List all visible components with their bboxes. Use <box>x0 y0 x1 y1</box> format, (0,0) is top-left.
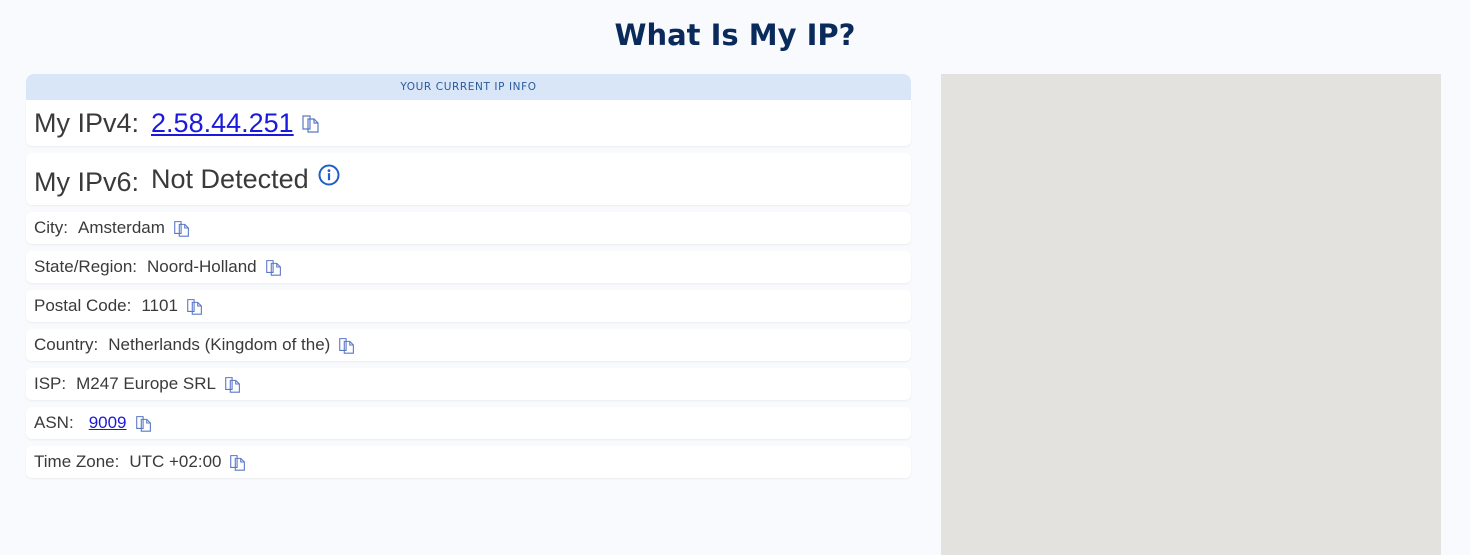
city-label: City: <box>34 218 68 237</box>
info-icon[interactable] <box>318 164 340 186</box>
ip-info-header: YOUR CURRENT IP INFO <box>26 74 911 100</box>
isp-label: ISP: <box>34 374 67 393</box>
ipv4-label: My IPv4: <box>34 107 140 138</box>
isp-row: ISP: M247 Europe SRL <box>26 368 911 400</box>
copy-icon[interactable] <box>301 112 321 134</box>
asn-label: ASN: <box>34 413 74 432</box>
ipv6-label: My IPv6: <box>34 166 140 197</box>
postal-code-value: 1101 <box>141 296 178 315</box>
postal-code-row: Postal Code: 1101 <box>26 290 911 322</box>
ipv6-value: Not Detected <box>151 163 309 194</box>
country-row: Country: Netherlands (Kingdom of the) <box>26 329 911 361</box>
copy-icon[interactable] <box>223 374 243 394</box>
ipv4-link[interactable]: 2.58.44.251 <box>151 108 294 139</box>
time-zone-value: UTC +02:00 <box>129 452 222 471</box>
copy-icon[interactable] <box>228 452 248 472</box>
copy-icon[interactable] <box>337 335 357 355</box>
copy-icon[interactable] <box>264 257 284 277</box>
time-zone-row: Time Zone: UTC +02:00 <box>26 446 911 478</box>
city-value: Amsterdam <box>78 218 165 237</box>
region-row: State/Region: Noord-Holland <box>26 251 911 283</box>
country-value: Netherlands (Kingdom of the) <box>108 335 331 354</box>
page-title: What Is My IP? <box>614 18 856 52</box>
ipv4-row: My IPv4: 2.58.44.251 <box>26 100 911 146</box>
city-row: City: Amsterdam <box>26 212 911 244</box>
time-zone-label: Time Zone: <box>34 452 120 471</box>
ip-info-panel: YOUR CURRENT IP INFO My IPv4: 2.58.44.25… <box>26 74 911 478</box>
copy-icon[interactable] <box>134 413 154 433</box>
region-label: State/Region: <box>34 257 138 276</box>
copy-icon[interactable] <box>172 218 192 238</box>
map-panel[interactable] <box>941 74 1441 555</box>
country-label: Country: <box>34 335 99 354</box>
region-value: Noord-Holland <box>147 257 257 276</box>
isp-value: M247 Europe SRL <box>76 374 216 393</box>
ipv6-row: My IPv6: Not Detected <box>26 153 911 205</box>
asn-link[interactable]: 9009 <box>89 413 127 433</box>
copy-icon[interactable] <box>185 296 205 316</box>
asn-row: ASN: 9009 <box>26 407 911 439</box>
postal-code-label: Postal Code: <box>34 296 132 315</box>
